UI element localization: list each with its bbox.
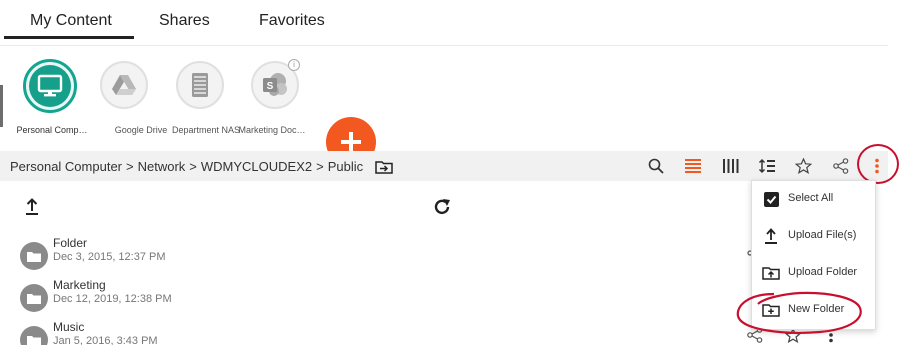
star-icon: [794, 158, 812, 174]
breadcrumb-separator: >: [189, 159, 197, 174]
source-personal-computer[interactable]: Personal Comp…: [0, 55, 88, 145]
source-label: Personal Comp…: [16, 125, 88, 135]
folder-arrow-icon[interactable]: [375, 160, 393, 174]
sort-icon: [758, 158, 775, 174]
folder-icon: [20, 242, 48, 270]
tab-favorites[interactable]: Favorites: [259, 12, 325, 30]
refresh-icon: [434, 199, 450, 215]
google-drive-icon: [112, 75, 136, 95]
source-icon-circle: [176, 61, 224, 109]
source-label: Marketing Doc…: [238, 125, 306, 135]
sort-button[interactable]: [756, 155, 778, 177]
share-button[interactable]: [830, 155, 852, 177]
active-tab-indicator: [4, 36, 134, 39]
content-tabs: My Content Shares Favorites: [0, 0, 888, 46]
column-view-button[interactable]: [720, 155, 742, 177]
more-options-menu: Select All Upload File(s) Upload Folder …: [751, 180, 876, 330]
parent-folder-button[interactable]: [24, 198, 42, 218]
menu-item-label: New Folder: [788, 303, 845, 315]
breadcrumb: Personal Computer > Network > WDMYCLOUDEX2 > P…: [10, 159, 393, 174]
arrow-up-icon: [26, 198, 38, 215]
breadcrumb-item[interactable]: Personal Computer: [10, 159, 122, 174]
nas-icon: [192, 73, 208, 97]
share-icon: [833, 158, 849, 174]
menu-item-upload-folder[interactable]: Upload Folder: [752, 255, 877, 291]
tab-my-content[interactable]: My Content: [30, 12, 112, 30]
source-marketing-documents[interactable]: S i Marketing Doc…: [234, 55, 314, 145]
menu-item-label: Upload File(s): [788, 229, 857, 241]
checkbox-icon: [762, 190, 780, 208]
source-list: Personal Comp… Google Drive Department N…: [0, 55, 400, 167]
refresh-button[interactable]: [432, 197, 454, 219]
menu-item-select-all[interactable]: Select All: [752, 181, 877, 217]
file-date: Jan 5, 2016, 3:43 PM: [53, 335, 158, 345]
folder-icon: [20, 326, 48, 345]
source-icon-circle: [100, 61, 148, 109]
new-folder-icon: [762, 301, 780, 319]
file-row[interactable]: Marketing Dec 12, 2019, 12:38 PM: [18, 278, 618, 314]
folder-icon: [20, 284, 48, 312]
upload-folder-icon: [762, 264, 780, 282]
menu-item-label: Select All: [788, 192, 834, 204]
breadcrumb-toolbar: Personal Computer > Network > WDMYCLOUDEX2 > P…: [0, 151, 888, 181]
file-row[interactable]: Folder Dec 3, 2015, 12:37 PM: [18, 236, 618, 272]
source-icon-circle: [23, 59, 77, 113]
tab-shares[interactable]: Shares: [159, 12, 210, 30]
favorite-button[interactable]: [792, 155, 814, 177]
list-view-button[interactable]: [682, 155, 704, 177]
svg-text:S: S: [267, 81, 274, 92]
file-row[interactable]: Music Jan 5, 2016, 3:43 PM: [18, 320, 618, 345]
breadcrumb-separator: >: [316, 159, 324, 174]
menu-item-new-folder[interactable]: New Folder: [752, 292, 877, 328]
search-button[interactable]: [645, 155, 667, 177]
menu-item-upload-files[interactable]: Upload File(s): [752, 218, 877, 254]
upload-icon: [762, 227, 780, 245]
file-name: Marketing: [53, 278, 106, 292]
info-badge-icon: i: [288, 59, 300, 71]
more-options-button[interactable]: [866, 155, 888, 177]
breadcrumb-item[interactable]: Public: [328, 159, 363, 174]
file-name: Music: [53, 320, 85, 334]
file-date: Dec 12, 2019, 12:38 PM: [53, 293, 172, 305]
source-department-nas[interactable]: Department NAS: [162, 55, 242, 145]
sharepoint-icon: S: [263, 73, 287, 96]
list-view-icon: [685, 159, 701, 173]
computer-icon: [37, 74, 63, 97]
search-icon: [648, 158, 664, 174]
more-vertical-icon: [875, 158, 879, 174]
breadcrumb-item[interactable]: WDMYCLOUDEX2: [201, 159, 312, 174]
column-view-icon: [723, 159, 739, 173]
breadcrumb-item[interactable]: Network: [138, 159, 186, 174]
menu-item-label: Upload Folder: [788, 266, 858, 278]
file-date: Dec 3, 2015, 12:37 PM: [53, 251, 166, 263]
file-name: Folder: [53, 236, 88, 250]
breadcrumb-separator: >: [126, 159, 134, 174]
